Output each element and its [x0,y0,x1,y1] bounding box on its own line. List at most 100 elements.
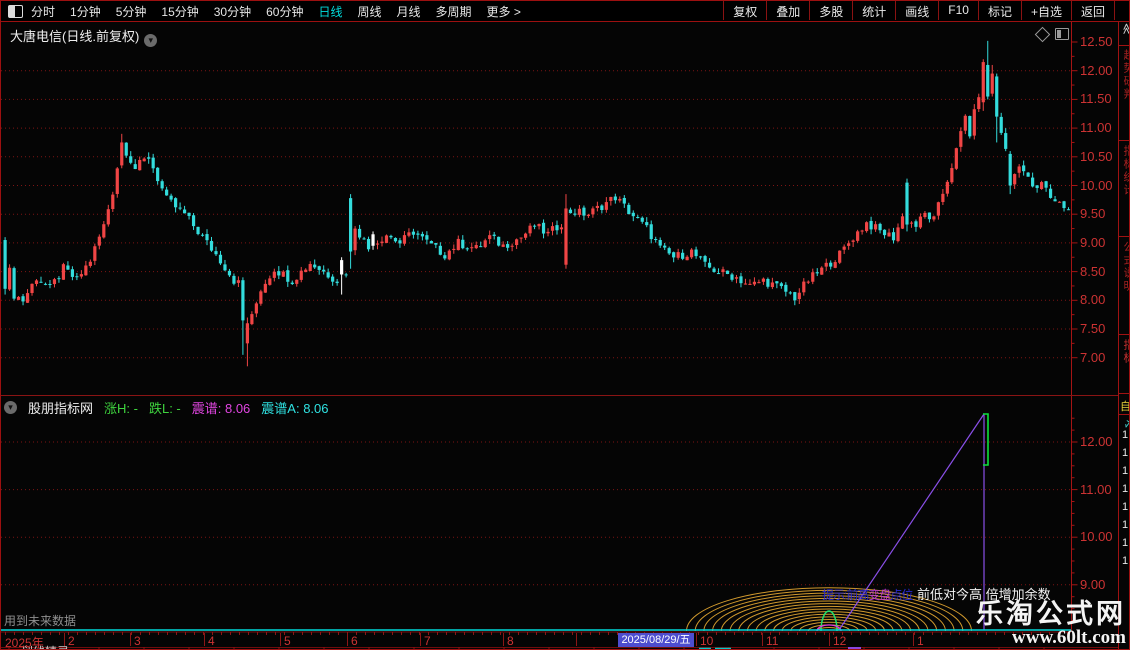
price-label: 11.00 [1080,120,1112,136]
date-tick [941,632,942,635]
month-separator [130,633,131,646]
annotation-part: 点位 [890,588,913,602]
date-tick [968,632,969,635]
right-cutoff-strip: ≪ 趋势研判 指标统计 公式说明 指标自〆 1 1 1 1 1 1 1 1 [1118,1,1130,649]
date-tick [896,632,897,635]
price-label: 9.00 [1080,576,1106,592]
date-tick [302,632,303,635]
menu-item-复权[interactable]: 复权 [723,1,766,20]
strip-separator [1119,414,1129,415]
date-tick [536,632,537,635]
month-label: 5 [284,634,291,648]
date-tick [23,632,24,635]
panel-layout-icon[interactable] [1055,28,1069,40]
strip-vertical-text: 指标统计 [1122,145,1130,197]
date-tick [5,632,6,635]
month-separator [420,633,421,646]
date-tick [950,632,951,635]
menu-item-返回[interactable]: 返回 [1070,1,1115,20]
chevron-down-icon[interactable]: ▾ [4,401,17,414]
strip-clipped-digit: 1 [1122,483,1129,495]
date-tick [716,632,717,635]
date-tick [86,632,87,635]
strip-clipped-digit: 1 [1122,519,1129,531]
indicator-stat: 跌L: - [148,401,181,416]
strip-vertical-text: 趋势研判 [1122,49,1130,101]
chevron-down-icon[interactable]: ▾ [144,34,158,47]
diamond-icon[interactable] [1034,26,1051,43]
menu-item-统计[interactable]: 统计 [852,1,895,20]
date-tick [437,632,438,635]
date-tick [338,632,339,635]
indicator-stat: 涨H: - [104,401,138,416]
date-tick [446,632,447,635]
date-tick [374,632,375,635]
menu-item-多股[interactable]: 多股 [809,1,852,20]
future-data-notice: 用到未来数据 [4,614,77,628]
menu-item-更多 >[interactable]: 更多 > [487,3,521,20]
date-tick [383,632,384,635]
date-tick [545,632,546,635]
date-tick [365,632,366,635]
month-label: 10 [700,634,714,648]
price-label: 7.50 [1080,321,1106,336]
price-label: 10.00 [1080,177,1113,193]
month-separator [280,633,281,646]
date-tick [32,632,33,635]
menu-item-15分钟[interactable]: 15分钟 [161,3,198,20]
menu-item-30分钟[interactable]: 30分钟 [214,3,251,20]
menu-item-5分钟[interactable]: 5分钟 [116,3,147,20]
date-tick [725,632,726,635]
strip-separator [1119,393,1129,394]
window-icon[interactable] [8,4,23,18]
month-separator [64,633,65,646]
menu-item-分时[interactable]: 分时 [31,3,55,20]
indicator-stat: 震谱: 8.06 [191,401,251,416]
indicator-header: ▾ 股朋指标网 涨H: - 跌L: - 震谱: 8.06 震谱A: 8.06 [4,398,329,417]
month-label: 4 [208,634,215,648]
menubar: 分时 1分钟 5分钟 15分钟 30分钟 60分钟 日线 周线 月线 多周期 更多 > 复权 叠加 多股… [1,1,1129,22]
date-tick [527,632,528,635]
date-tick [851,632,852,635]
date-tick [221,632,222,635]
month-label: 12 [833,634,847,648]
price-label: 8.50 [1080,263,1106,279]
price-label: 12.00 [1080,62,1113,78]
price-label: 11.50 [1080,91,1112,107]
menu-item-月线[interactable]: 月线 [397,3,421,20]
date-tick [167,632,168,635]
date-tick [473,632,474,635]
strip-vertical-text: 指标 [1122,339,1130,365]
menu-item-1分钟[interactable]: 1分钟 [70,3,101,20]
date-tick [905,632,906,635]
date-tick [554,632,555,635]
indicator-annotation-blue: 提示:前高变盘点位 [822,586,913,603]
strip-badge[interactable]: 自 [1120,398,1129,414]
date-tick [275,632,276,635]
menu-item-60分钟[interactable]: 60分钟 [266,3,303,20]
strip-clipped-digit: 1 [1122,429,1129,441]
date-tick [257,632,258,635]
menu-item-多周期[interactable]: 多周期 [436,3,472,20]
date-tick [149,632,150,635]
date-tick [293,632,294,635]
menu-item-F10[interactable]: F10 [938,1,978,20]
date-tick [914,632,915,635]
year-label: 2025年 [5,636,44,650]
date-tick [788,632,789,635]
app-window: 分时 1分钟 5分钟 15分钟 30分钟 60分钟 日线 周线 月线 多周期 更多 > 复权 叠加 多股… [0,0,1130,650]
date-tick [752,632,753,635]
chart-canvas: 划线精灵 [1,21,1118,649]
menu-item-+自选[interactable]: +自选 [1020,1,1071,20]
menu-item-叠加[interactable]: 叠加 [766,1,809,20]
date-tick [50,632,51,635]
date-tick [563,632,564,635]
menu-item-周线[interactable]: 周线 [357,3,381,20]
menu-item-日线[interactable]: 日线 [318,3,342,20]
date-tick [860,632,861,635]
date-tick [518,632,519,635]
menu-item-标记[interactable]: 标记 [977,1,1021,20]
date-tick [824,632,825,635]
date-tick [887,632,888,635]
menu-item-画线[interactable]: 画线 [895,1,938,20]
